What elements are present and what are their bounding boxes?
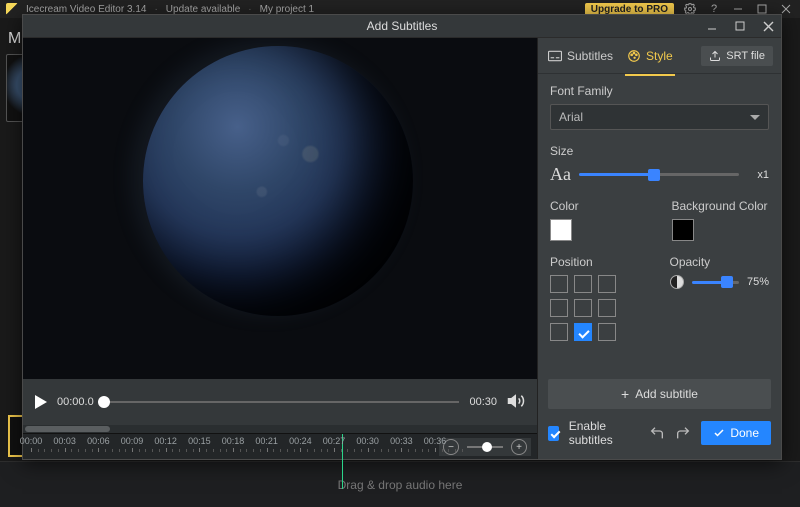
preview-scrollbar[interactable]: [23, 425, 537, 433]
modal-close-icon[interactable]: [755, 15, 781, 37]
audio-track-hint[interactable]: Drag & drop audio here: [0, 461, 800, 507]
earth-image: [143, 46, 413, 316]
position-cell-1[interactable]: [574, 275, 592, 293]
color-label: Color: [550, 199, 648, 213]
chevron-down-icon: [750, 115, 760, 120]
add-subtitle-button[interactable]: + Add subtitle: [548, 379, 771, 409]
timeline-label: 00:00: [20, 436, 43, 446]
srt-file-label: SRT file: [726, 50, 765, 62]
update-notice[interactable]: Update available: [166, 4, 241, 15]
position-cell-7[interactable]: [574, 323, 592, 341]
timeline-label: 00:27: [323, 436, 346, 446]
zoom-slider[interactable]: [467, 446, 503, 448]
timeline-label: 00:24: [289, 436, 312, 446]
position-cell-4[interactable]: [574, 299, 592, 317]
tab-subtitles[interactable]: Subtitles: [546, 45, 615, 67]
zoom-in-icon[interactable]: +: [511, 439, 527, 455]
timeline-label: 00:21: [255, 436, 278, 446]
timeline-label: 00:18: [222, 436, 245, 446]
enable-subtitles-label: Enable subtitles: [569, 419, 630, 447]
app-logo-icon: [6, 3, 18, 15]
opacity-slider[interactable]: [692, 281, 739, 284]
undo-icon[interactable]: [649, 423, 665, 443]
size-value: x1: [747, 169, 769, 181]
position-cell-2[interactable]: [598, 275, 616, 293]
opacity-value: 75%: [747, 276, 769, 288]
timeline-label: 00:06: [87, 436, 110, 446]
font-family-select[interactable]: Arial: [550, 104, 769, 130]
preview-area: 00:00.0 00:30 − + 00:0000:0300:0600:09: [23, 38, 537, 459]
style-panel: Subtitles Style SRT file Font Family Ari…: [537, 38, 781, 459]
app-title: Icecream Video Editor 3.14: [26, 4, 146, 15]
timeline-label: 00:09: [121, 436, 144, 446]
modal-minimize-icon[interactable]: [699, 15, 725, 37]
redo-icon[interactable]: [675, 423, 691, 443]
add-subtitle-label: Add subtitle: [635, 387, 698, 401]
position-cell-8[interactable]: [598, 323, 616, 341]
timeline-label: 00:36: [424, 436, 447, 446]
position-cell-6[interactable]: [550, 323, 568, 341]
modal-title: Add Subtitles: [367, 19, 438, 33]
player-controls: 00:00.0 00:30: [23, 379, 537, 425]
volume-icon[interactable]: [507, 392, 525, 413]
text-color-swatch[interactable]: [550, 219, 572, 241]
font-family-label: Font Family: [550, 84, 769, 98]
position-cell-3[interactable]: [550, 299, 568, 317]
size-label: Size: [550, 144, 769, 158]
current-time: 00:00.0: [57, 396, 94, 408]
tab-style-label: Style: [646, 49, 673, 63]
done-label: Done: [730, 426, 759, 440]
opacity-label: Opacity: [670, 255, 770, 269]
video-preview[interactable]: [23, 38, 537, 379]
done-button[interactable]: Done: [701, 421, 771, 445]
timeline-ruler[interactable]: − + 00:0000:0300:0600:0900:1200:1500:180…: [23, 433, 537, 459]
bg-color-label: Background Color: [672, 199, 770, 213]
duration: 00:30: [469, 396, 497, 408]
timeline-label: 00:12: [154, 436, 177, 446]
play-button[interactable]: [35, 395, 47, 409]
tab-subtitles-label: Subtitles: [567, 49, 613, 63]
position-cell-5[interactable]: [598, 299, 616, 317]
project-name: My project 1: [260, 4, 314, 15]
size-slider[interactable]: [579, 173, 739, 176]
position-label: Position: [550, 255, 650, 269]
add-subtitles-modal: Add Subtitles 00:00.0 00:30: [22, 14, 782, 460]
font-family-value: Arial: [559, 110, 583, 124]
size-aa-icon: Aa: [550, 164, 571, 185]
timeline-label: 00:30: [356, 436, 379, 446]
position-grid: [550, 275, 650, 341]
media-panel-letter: M: [8, 30, 21, 48]
timeline-label: 00:15: [188, 436, 211, 446]
tab-style[interactable]: Style: [625, 45, 675, 67]
timeline-label: 00:03: [53, 436, 76, 446]
plus-icon: +: [621, 386, 629, 402]
opacity-icon: [670, 275, 684, 289]
bg-color-swatch[interactable]: [672, 219, 694, 241]
position-cell-0[interactable]: [550, 275, 568, 293]
timeline-label: 00:33: [390, 436, 413, 446]
enable-subtitles-checkbox[interactable]: [548, 426, 559, 441]
seek-slider[interactable]: [104, 395, 460, 409]
modal-maximize-icon[interactable]: [727, 15, 753, 37]
srt-file-button[interactable]: SRT file: [701, 46, 773, 66]
